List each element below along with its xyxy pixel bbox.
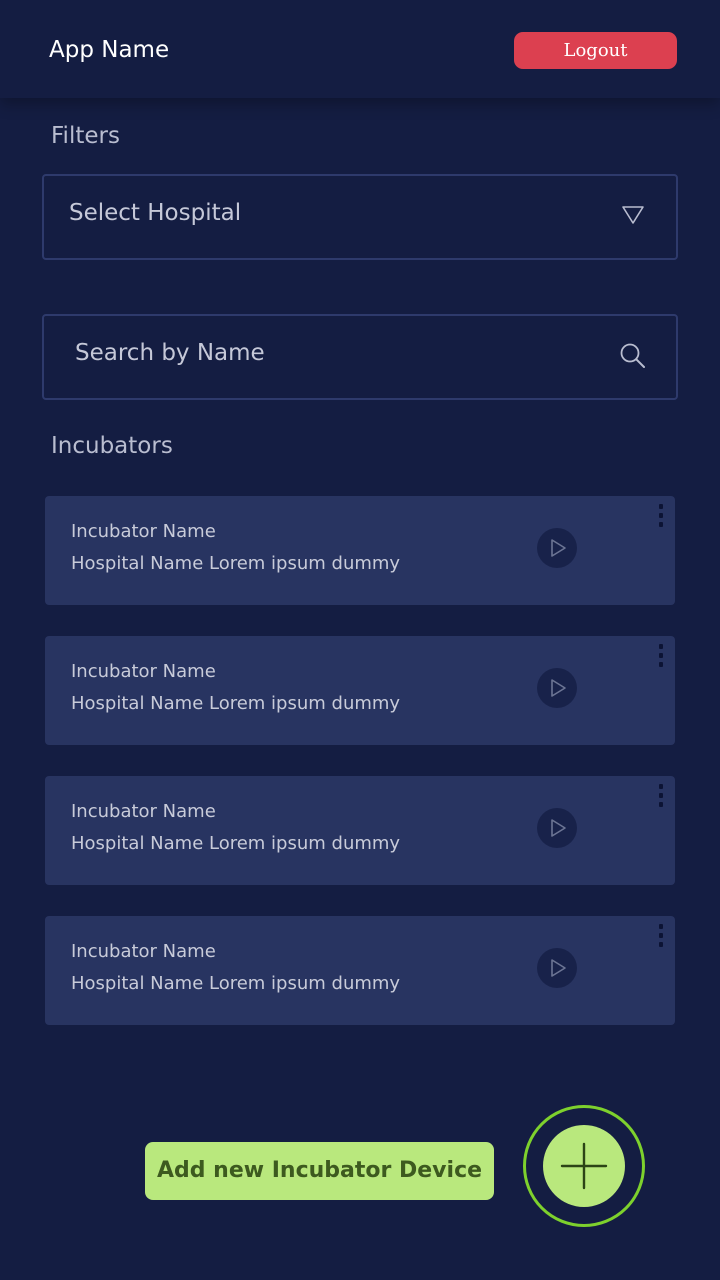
play-button[interactable] [537,808,577,848]
plus-icon [560,1142,608,1190]
more-options-icon[interactable] [653,924,669,952]
add-device-label[interactable]: Add new Incubator Device [145,1142,494,1200]
search-icon[interactable] [619,342,647,374]
triangle-down-icon [621,205,645,229]
hospital-select[interactable]: Select Hospital [42,174,678,260]
play-button[interactable] [537,948,577,988]
more-options-icon[interactable] [653,784,669,812]
play-icon [551,959,566,977]
app-header: App Name Logout [0,0,720,98]
incubator-card[interactable]: Incubator Name Hospital Name Lorem ipsum… [45,916,675,1025]
incubator-hospital: Hospital Name Lorem ipsum dummy [71,553,401,574]
search-field[interactable]: Search by Name [42,314,678,400]
play-button[interactable] [537,668,577,708]
play-icon [551,539,566,557]
logout-button[interactable]: Logout [514,32,677,69]
play-icon [551,679,566,697]
app-title: App Name [49,37,170,63]
incubator-name: Incubator Name [71,521,216,542]
incubator-hospital: Hospital Name Lorem ipsum dummy [71,833,401,854]
more-options-icon[interactable] [653,504,669,532]
filters-heading: Filters [51,123,120,149]
incubator-name: Incubator Name [71,661,216,682]
incubator-card[interactable]: Incubator Name Hospital Name Lorem ipsum… [45,776,675,885]
hospital-select-value: Select Hospital [69,200,242,226]
incubator-name: Incubator Name [71,941,216,962]
add-device-button[interactable] [543,1125,625,1207]
more-options-icon[interactable] [653,644,669,672]
search-input[interactable]: Search by Name [75,337,265,369]
incubator-card[interactable]: Incubator Name Hospital Name Lorem ipsum… [45,636,675,745]
incubator-name: Incubator Name [71,801,216,822]
incubators-heading: Incubators [51,433,173,459]
incubator-card[interactable]: Incubator Name Hospital Name Lorem ipsum… [45,496,675,605]
play-icon [551,819,566,837]
play-button[interactable] [537,528,577,568]
incubator-hospital: Hospital Name Lorem ipsum dummy [71,973,401,994]
incubator-hospital: Hospital Name Lorem ipsum dummy [71,693,401,714]
